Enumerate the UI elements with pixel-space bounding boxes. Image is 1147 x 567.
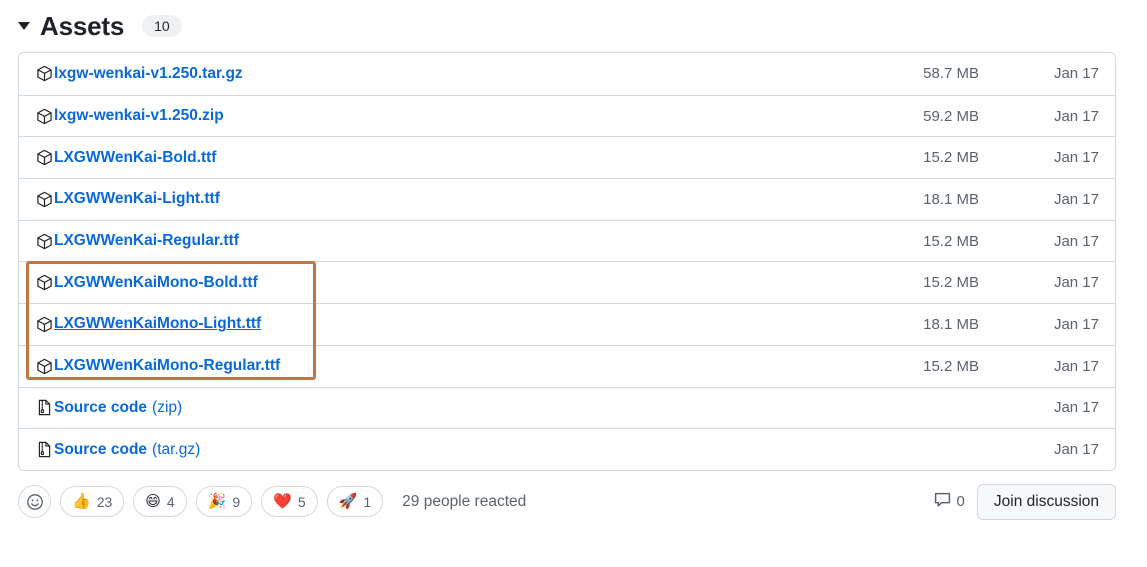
reaction-count-thumbs-up: 23 (96, 493, 113, 510)
asset-row[interactable]: lxgw-wenkai-v1.250.tar.gz 58.7 MB Jan 17 (19, 53, 1115, 95)
asset-size: 18.1 MB (923, 190, 979, 208)
package-icon (35, 232, 53, 250)
reaction-thumbs-up[interactable]: 👍 23 (60, 486, 125, 518)
asset-link[interactable]: LXGWWenKaiMono-Bold.ttf (54, 274, 258, 292)
package-icon (35, 190, 53, 208)
reactions-footer: 👍 23 😄 4 🎉 9 ❤️ 5 🚀 1 29 people reacted 0 Join dis… (18, 471, 1116, 533)
chevron-down-triangle-icon[interactable] (18, 22, 30, 30)
comment-icon (934, 491, 951, 513)
asset-size: 15.2 MB (923, 149, 979, 167)
asset-link[interactable]: lxgw-wenkai-v1.250.tar.gz (54, 65, 243, 83)
asset-format-suffix: (zip) (152, 398, 183, 416)
reaction-emoji-hooray: 🎉 (207, 493, 227, 511)
reaction-rocket[interactable]: 🚀 1 (326, 486, 384, 518)
package-icon (35, 315, 53, 333)
reaction-emoji-laugh: 😄 (145, 493, 161, 511)
asset-link[interactable]: Source code (54, 441, 147, 459)
asset-name-cell: lxgw-wenkai-v1.250.tar.gz (35, 65, 829, 83)
package-icon (35, 65, 53, 83)
asset-row[interactable]: LXGWWenKaiMono-Regular.ttf 15.2 MB Jan 17 (19, 344, 1115, 387)
asset-size: 59.2 MB (923, 107, 979, 125)
assets-header: Assets 10 (0, 0, 1147, 52)
asset-name-cell: LXGWWenKaiMono-Regular.ttf (35, 357, 829, 375)
package-icon (35, 107, 53, 125)
asset-name-cell: LXGWWenKaiMono-Light.ttf (35, 315, 829, 333)
reaction-count-rocket: 1 (363, 493, 372, 510)
asset-name-cell: lxgw-wenkai-v1.250.zip (35, 107, 829, 125)
asset-link[interactable]: LXGWWenKai-Bold.ttf (54, 149, 216, 167)
reaction-count-heart: 5 (297, 493, 306, 510)
asset-date: Jan 17 (1053, 149, 1099, 167)
asset-row[interactable]: Source code (zip) Jan 17 (19, 386, 1115, 429)
file-zip-icon (35, 441, 53, 459)
reaction-heart[interactable]: ❤️ 5 (261, 486, 318, 518)
reactions-list: 👍 23 😄 4 🎉 9 ❤️ 5 🚀 1 29 people reacted (18, 485, 527, 519)
reaction-emoji-heart: ❤️ (273, 493, 292, 511)
package-icon (35, 274, 53, 292)
asset-date: Jan 17 (1053, 274, 1099, 292)
asset-row[interactable]: LXGWWenKai-Regular.ttf 15.2 MB Jan 17 (19, 219, 1115, 262)
asset-name-cell: LXGWWenKaiMono-Bold.ttf (35, 274, 829, 292)
join-discussion-button[interactable]: Join discussion (976, 483, 1116, 520)
asset-link[interactable]: LXGWWenKai-Light.ttf (54, 190, 220, 208)
asset-size: 58.7 MB (923, 65, 979, 83)
asset-size: 18.1 MB (923, 315, 979, 333)
package-icon (35, 357, 53, 375)
asset-row[interactable]: lxgw-wenkai-v1.250.zip 59.2 MB Jan 17 (19, 94, 1115, 137)
assets-table-wrapper: lxgw-wenkai-v1.250.tar.gz 58.7 MB Jan 17 lx… (18, 52, 1116, 471)
asset-link[interactable]: LXGWWenKaiMono-Regular.ttf (54, 357, 280, 375)
asset-row[interactable]: LXGWWenKaiMono-Bold.ttf 15.2 MB Jan 17 (19, 261, 1115, 304)
asset-size: 15.2 MB (923, 274, 979, 292)
asset-date: Jan 17 (1053, 315, 1099, 333)
reacted-summary-text: 29 people reacted (402, 492, 527, 510)
reaction-laugh[interactable]: 😄 4 (133, 486, 187, 518)
comment-count-group[interactable]: 0 (934, 491, 965, 513)
asset-date: Jan 17 (1053, 107, 1099, 125)
asset-row[interactable]: Source code (tar.gz) Jan 17 (19, 428, 1115, 470)
asset-name-cell: LXGWWenKai-Regular.ttf (35, 232, 829, 250)
package-icon (35, 149, 53, 167)
asset-size: 15.2 MB (923, 232, 979, 250)
asset-link[interactable]: LXGWWenKai-Regular.ttf (54, 232, 239, 250)
asset-link[interactable]: Source code (54, 399, 147, 417)
asset-name-cell: Source code (zip) (35, 399, 829, 417)
asset-name-cell: LXGWWenKai-Light.ttf (35, 190, 829, 208)
asset-date: Jan 17 (1053, 399, 1099, 417)
asset-format-suffix: (tar.gz) (152, 440, 201, 458)
asset-link[interactable]: lxgw-wenkai-v1.250.zip (54, 107, 224, 125)
asset-name-cell: Source code (tar.gz) (35, 441, 829, 459)
reaction-emoji-rocket: 🚀 (338, 493, 358, 511)
asset-date: Jan 17 (1053, 441, 1099, 459)
asset-date: Jan 17 (1053, 190, 1099, 208)
smiley-plus-icon[interactable] (18, 485, 51, 519)
asset-row[interactable]: LXGWWenKai-Bold.ttf 15.2 MB Jan 17 (19, 136, 1115, 179)
asset-date: Jan 17 (1053, 357, 1099, 375)
comment-count: 0 (956, 493, 965, 511)
assets-table: lxgw-wenkai-v1.250.tar.gz 58.7 MB Jan 17 lx… (18, 52, 1116, 471)
reaction-count-hooray: 9 (232, 493, 241, 510)
file-zip-icon (35, 399, 53, 417)
asset-link[interactable]: LXGWWenKaiMono-Light.ttf (54, 315, 261, 333)
assets-count-badge: 10 (142, 15, 182, 37)
reaction-emoji-thumbs-up: 👍 (72, 493, 91, 511)
asset-date: Jan 17 (1053, 232, 1099, 250)
asset-date: Jan 17 (1053, 65, 1099, 83)
discussion-actions: 0 Join discussion (934, 483, 1116, 520)
reaction-count-laugh: 4 (166, 493, 175, 510)
reaction-hooray[interactable]: 🎉 9 (195, 486, 253, 518)
asset-size: 15.2 MB (923, 357, 979, 375)
asset-row[interactable]: LXGWWenKaiMono-Light.ttf 18.1 MB Jan 17 (19, 303, 1115, 345)
page-title: Assets (40, 10, 125, 41)
asset-row[interactable]: LXGWWenKai-Light.ttf 18.1 MB Jan 17 (19, 178, 1115, 220)
asset-name-cell: LXGWWenKai-Bold.ttf (35, 149, 829, 167)
